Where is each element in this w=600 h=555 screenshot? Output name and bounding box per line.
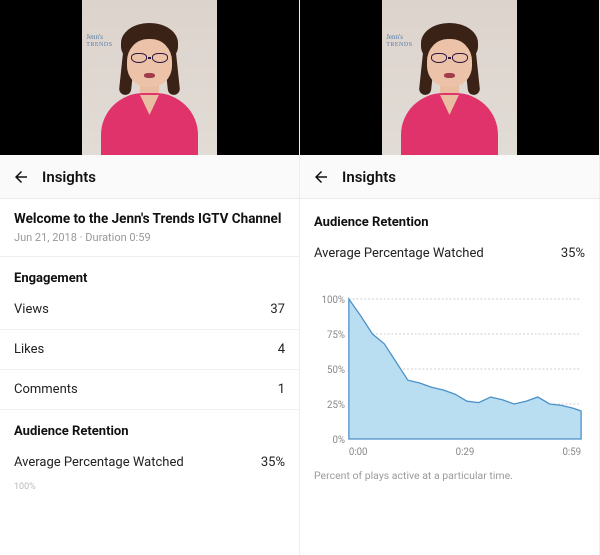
retention-section-header-right: Audience Retention	[300, 199, 599, 234]
chart-caption: Percent of plays active at a particular …	[300, 463, 599, 482]
retention-chart: 100% 75% 50% 25% 0% 0:00 0:29 0:59	[300, 273, 599, 463]
avg-pct-row-right: Average Percentage Watched 35%	[300, 234, 599, 273]
likes-row: Likes 4	[0, 330, 299, 370]
xtick-mid: 0:29	[456, 447, 475, 458]
avg-pct-value-right: 35%	[561, 246, 585, 261]
page-title: Insights	[342, 168, 396, 186]
avg-pct-label-right: Average Percentage Watched	[314, 246, 484, 261]
likes-value: 4	[278, 342, 285, 357]
video-meta-block: Welcome to the Jenn's Trends IGTV Channe…	[0, 199, 299, 257]
video-thumbnail[interactable]: Jenn's TRENDS	[0, 0, 299, 155]
views-label: Views	[14, 302, 49, 317]
insights-header: Insights	[0, 155, 299, 199]
avg-pct-row-left: Average Percentage Watched 35%	[0, 443, 299, 482]
ytick-25: 25%	[327, 400, 345, 411]
retention-section-header-left: Audience Retention	[0, 410, 299, 443]
video-title: Welcome to the Jenn's Trends IGTV Channe…	[14, 211, 285, 227]
insights-panel-engagement: Jenn's TRENDS Insights Welcome to the Je…	[0, 0, 300, 555]
video-thumbnail[interactable]: Jenn's TRENDS	[300, 0, 599, 155]
ytick-0: 0%	[332, 435, 345, 446]
ytick-75: 75%	[327, 330, 345, 341]
likes-label: Likes	[14, 342, 44, 357]
xtick-end: 0:59	[562, 447, 581, 458]
avg-pct-label-left: Average Percentage Watched	[14, 455, 184, 470]
comments-value: 1	[278, 382, 285, 397]
engagement-section-header: Engagement	[0, 257, 299, 290]
insights-panel-retention: Jenn's TRENDS Insights Audience Retentio…	[300, 0, 600, 555]
insights-header: Insights	[300, 155, 599, 199]
comments-row: Comments 1	[0, 370, 299, 410]
video-meta: Jun 21, 2018 · Duration 0:59	[14, 231, 285, 244]
ytick-100: 100%	[322, 295, 345, 306]
back-arrow-icon[interactable]	[312, 168, 330, 186]
xtick-start: 0:00	[349, 447, 368, 458]
chart-peek-label: 100%	[0, 482, 299, 492]
back-arrow-icon[interactable]	[12, 168, 30, 186]
views-value: 37	[270, 302, 285, 317]
page-title: Insights	[42, 168, 96, 186]
comments-label: Comments	[14, 382, 78, 397]
avg-pct-value-left: 35%	[261, 455, 285, 470]
ytick-50: 50%	[327, 365, 345, 376]
views-row: Views 37	[0, 290, 299, 330]
